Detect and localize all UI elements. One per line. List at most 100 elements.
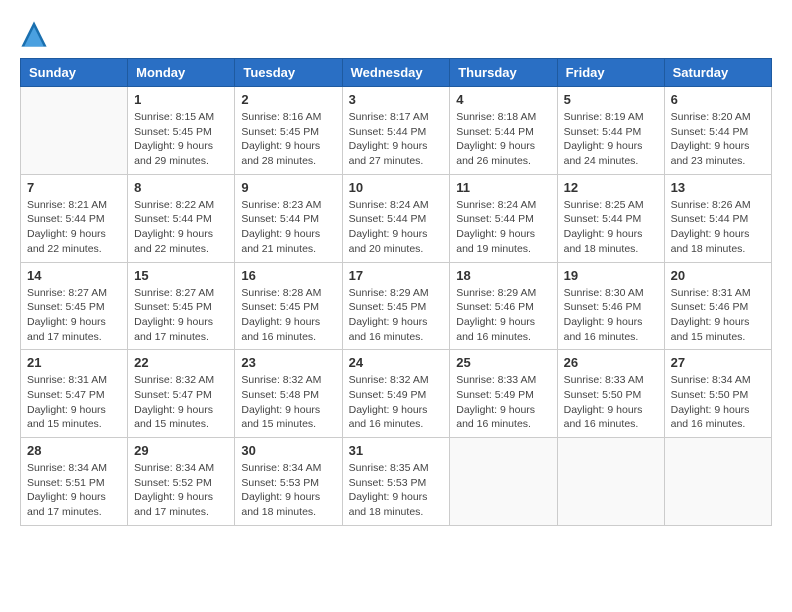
calendar-cell: 2 Sunrise: 8:16 AMSunset: 5:45 PMDaylight… xyxy=(235,87,342,175)
day-info: Sunrise: 8:32 AMSunset: 5:48 PMDaylight:… xyxy=(241,373,335,432)
day-info: Sunrise: 8:31 AMSunset: 5:47 PMDaylight:… xyxy=(27,373,121,432)
calendar-cell: 23 Sunrise: 8:32 AMSunset: 5:48 PMDayligh… xyxy=(235,350,342,438)
calendar-cell: 7 Sunrise: 8:21 AMSunset: 5:44 PMDaylight… xyxy=(21,174,128,262)
day-number: 12 xyxy=(564,180,658,195)
calendar-cell: 10 Sunrise: 8:24 AMSunset: 5:44 PMDayligh… xyxy=(342,174,450,262)
day-number: 4 xyxy=(456,92,550,107)
calendar-day-header: Monday xyxy=(128,59,235,87)
day-info: Sunrise: 8:25 AMSunset: 5:44 PMDaylight:… xyxy=(564,198,658,257)
calendar-week-row: 14Sunrise: 8:27 AMSunset: 5:45 PMDayligh… xyxy=(21,262,772,350)
day-info: Sunrise: 8:29 AMSunset: 5:46 PMDaylight:… xyxy=(456,286,550,345)
calendar-cell: 14Sunrise: 8:27 AMSunset: 5:45 PMDayligh… xyxy=(21,262,128,350)
day-info: Sunrise: 8:34 AMSunset: 5:51 PMDaylight:… xyxy=(27,461,121,520)
day-info: Sunrise: 8:32 AMSunset: 5:47 PMDaylight:… xyxy=(134,373,228,432)
day-info: Sunrise: 8:24 AMSunset: 5:44 PMDaylight:… xyxy=(456,198,550,257)
logo-icon xyxy=(20,20,48,48)
day-number: 27 xyxy=(671,355,765,370)
calendar-cell: 28 Sunrise: 8:34 AMSunset: 5:51 PMDayligh… xyxy=(21,438,128,526)
calendar-cell: 24Sunrise: 8:32 AMSunset: 5:49 PMDayligh… xyxy=(342,350,450,438)
day-info: Sunrise: 8:29 AMSunset: 5:45 PMDaylight:… xyxy=(349,286,444,345)
calendar-cell: 15 Sunrise: 8:27 AMSunset: 5:45 PMDayligh… xyxy=(128,262,235,350)
calendar-cell: 22 Sunrise: 8:32 AMSunset: 5:47 PMDayligh… xyxy=(128,350,235,438)
day-number: 8 xyxy=(134,180,228,195)
day-number: 19 xyxy=(564,268,658,283)
day-number: 17 xyxy=(349,268,444,283)
day-info: Sunrise: 8:35 AMSunset: 5:53 PMDaylight:… xyxy=(349,461,444,520)
day-info: Sunrise: 8:30 AMSunset: 5:46 PMDaylight:… xyxy=(564,286,658,345)
day-number: 28 xyxy=(27,443,121,458)
calendar-cell: 1 Sunrise: 8:15 AMSunset: 5:45 PMDaylight… xyxy=(128,87,235,175)
calendar-cell: 8Sunrise: 8:22 AMSunset: 5:44 PMDaylight… xyxy=(128,174,235,262)
day-info: Sunrise: 8:18 AMSunset: 5:44 PMDaylight:… xyxy=(456,110,550,169)
day-info: Sunrise: 8:34 AMSunset: 5:53 PMDaylight:… xyxy=(241,461,335,520)
calendar-cell: 18 Sunrise: 8:29 AMSunset: 5:46 PMDayligh… xyxy=(450,262,557,350)
calendar-cell: 20 Sunrise: 8:31 AMSunset: 5:46 PMDayligh… xyxy=(664,262,771,350)
day-number: 7 xyxy=(27,180,121,195)
day-number: 13 xyxy=(671,180,765,195)
calendar-cell: 26 Sunrise: 8:33 AMSunset: 5:50 PMDayligh… xyxy=(557,350,664,438)
calendar-cell: 13 Sunrise: 8:26 AMSunset: 5:44 PMDayligh… xyxy=(664,174,771,262)
day-info: Sunrise: 8:16 AMSunset: 5:45 PMDaylight:… xyxy=(241,110,335,169)
day-info: Sunrise: 8:31 AMSunset: 5:46 PMDaylight:… xyxy=(671,286,765,345)
day-number: 15 xyxy=(134,268,228,283)
calendar-cell: 29 Sunrise: 8:34 AMSunset: 5:52 PMDayligh… xyxy=(128,438,235,526)
day-number: 16 xyxy=(241,268,335,283)
logo xyxy=(20,20,52,48)
day-number: 22 xyxy=(134,355,228,370)
day-info: Sunrise: 8:34 AMSunset: 5:50 PMDaylight:… xyxy=(671,373,765,432)
day-number: 6 xyxy=(671,92,765,107)
day-number: 23 xyxy=(241,355,335,370)
calendar-week-row: 1 Sunrise: 8:15 AMSunset: 5:45 PMDaylight… xyxy=(21,87,772,175)
calendar-cell: 12 Sunrise: 8:25 AMSunset: 5:44 PMDayligh… xyxy=(557,174,664,262)
calendar-cell xyxy=(21,87,128,175)
day-info: Sunrise: 8:33 AMSunset: 5:50 PMDaylight:… xyxy=(564,373,658,432)
calendar-cell: 4 Sunrise: 8:18 AMSunset: 5:44 PMDaylight… xyxy=(450,87,557,175)
day-info: Sunrise: 8:15 AMSunset: 5:45 PMDaylight:… xyxy=(134,110,228,169)
calendar-day-header: Friday xyxy=(557,59,664,87)
calendar-cell xyxy=(557,438,664,526)
day-info: Sunrise: 8:34 AMSunset: 5:52 PMDaylight:… xyxy=(134,461,228,520)
calendar-cell: 6 Sunrise: 8:20 AMSunset: 5:44 PMDaylight… xyxy=(664,87,771,175)
day-info: Sunrise: 8:27 AMSunset: 5:45 PMDaylight:… xyxy=(134,286,228,345)
day-info: Sunrise: 8:21 AMSunset: 5:44 PMDaylight:… xyxy=(27,198,121,257)
calendar-day-header: Tuesday xyxy=(235,59,342,87)
calendar-week-row: 21 Sunrise: 8:31 AMSunset: 5:47 PMDayligh… xyxy=(21,350,772,438)
calendar-cell: 3 Sunrise: 8:17 AMSunset: 5:44 PMDaylight… xyxy=(342,87,450,175)
day-info: Sunrise: 8:24 AMSunset: 5:44 PMDaylight:… xyxy=(349,198,444,257)
calendar-day-header: Wednesday xyxy=(342,59,450,87)
calendar-cell: 27 Sunrise: 8:34 AMSunset: 5:50 PMDayligh… xyxy=(664,350,771,438)
calendar-header-row: SundayMondayTuesdayWednesdayThursdayFrid… xyxy=(21,59,772,87)
day-number: 18 xyxy=(456,268,550,283)
day-number: 31 xyxy=(349,443,444,458)
day-number: 20 xyxy=(671,268,765,283)
day-number: 21 xyxy=(27,355,121,370)
day-number: 2 xyxy=(241,92,335,107)
day-number: 1 xyxy=(134,92,228,107)
calendar-cell: 31 Sunrise: 8:35 AMSunset: 5:53 PMDayligh… xyxy=(342,438,450,526)
calendar-cell: 19 Sunrise: 8:30 AMSunset: 5:46 PMDayligh… xyxy=(557,262,664,350)
day-number: 29 xyxy=(134,443,228,458)
day-number: 26 xyxy=(564,355,658,370)
calendar-cell: 25 Sunrise: 8:33 AMSunset: 5:49 PMDayligh… xyxy=(450,350,557,438)
day-number: 5 xyxy=(564,92,658,107)
day-number: 3 xyxy=(349,92,444,107)
calendar-cell xyxy=(664,438,771,526)
day-number: 9 xyxy=(241,180,335,195)
calendar-cell: 17 Sunrise: 8:29 AMSunset: 5:45 PMDayligh… xyxy=(342,262,450,350)
day-info: Sunrise: 8:20 AMSunset: 5:44 PMDaylight:… xyxy=(671,110,765,169)
calendar-cell: 21 Sunrise: 8:31 AMSunset: 5:47 PMDayligh… xyxy=(21,350,128,438)
day-info: Sunrise: 8:17 AMSunset: 5:44 PMDaylight:… xyxy=(349,110,444,169)
day-number: 11 xyxy=(456,180,550,195)
day-info: Sunrise: 8:23 AMSunset: 5:44 PMDaylight:… xyxy=(241,198,335,257)
calendar-cell xyxy=(450,438,557,526)
calendar-week-row: 7 Sunrise: 8:21 AMSunset: 5:44 PMDaylight… xyxy=(21,174,772,262)
day-info: Sunrise: 8:33 AMSunset: 5:49 PMDaylight:… xyxy=(456,373,550,432)
day-number: 10 xyxy=(349,180,444,195)
day-info: Sunrise: 8:26 AMSunset: 5:44 PMDaylight:… xyxy=(671,198,765,257)
page-header xyxy=(20,20,772,48)
day-number: 24 xyxy=(349,355,444,370)
calendar-day-header: Saturday xyxy=(664,59,771,87)
day-number: 25 xyxy=(456,355,550,370)
calendar-cell: 30Sunrise: 8:34 AMSunset: 5:53 PMDayligh… xyxy=(235,438,342,526)
calendar-cell: 5Sunrise: 8:19 AMSunset: 5:44 PMDaylight… xyxy=(557,87,664,175)
